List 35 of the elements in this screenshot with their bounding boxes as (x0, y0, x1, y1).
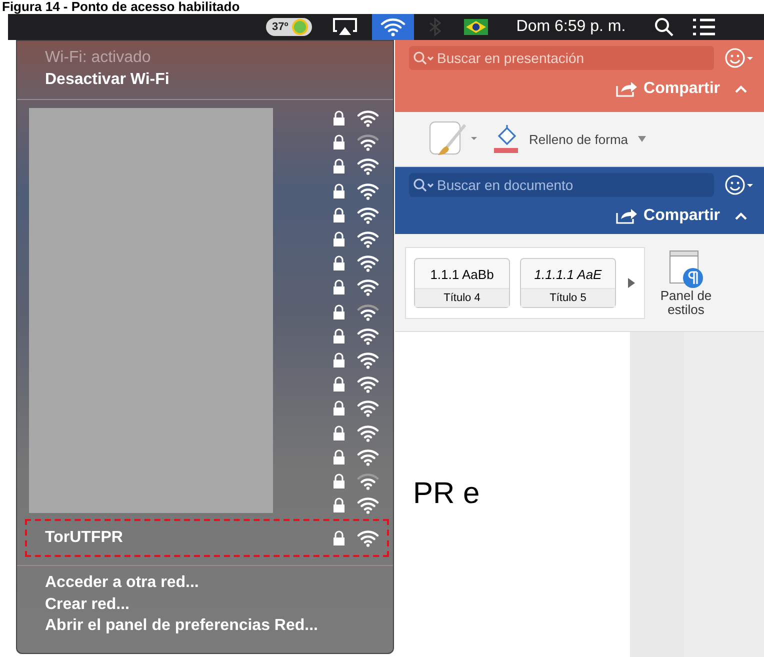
menu-item[interactable]: Crear red... (17, 594, 393, 616)
share-button[interactable]: Compartir (616, 207, 720, 225)
style-name: Título 5 (521, 288, 615, 306)
menu-item[interactable]: Acceder a otra red... (17, 572, 393, 594)
style-sample: 1.1.1.1 AaE (533, 266, 603, 284)
paint-bucket-icon[interactable] (493, 124, 519, 154)
styles-pane-icon (668, 248, 704, 288)
temperature-badge[interactable]: 37º (266, 18, 312, 36)
wifi-icon[interactable] (372, 14, 414, 40)
next-arrow-icon[interactable] (626, 276, 636, 288)
share-icon (616, 81, 638, 97)
chevron-up-icon[interactable] (734, 211, 748, 221)
style-name: Título 4 (415, 288, 509, 306)
network-item[interactable]: TorUTFPR (25, 519, 389, 558)
style-card[interactable]: 1.1.1.1 AaE Título 5 (520, 258, 616, 308)
search-field[interactable]: Buscar en documento (409, 173, 714, 197)
search-icon[interactable] (654, 17, 674, 37)
shape-fill-dropdown[interactable]: Relleno de forma (529, 132, 628, 146)
style-card[interactable]: 1.1.1 AaBb Título 4 (414, 258, 510, 308)
styles-pane-button[interactable]: Panel de estilos (651, 248, 721, 316)
share-icon (616, 208, 638, 224)
smiley-icon[interactable] (724, 47, 754, 69)
list-icon[interactable] (692, 18, 716, 36)
search-icon (413, 178, 435, 192)
style-sample: 1.1.1 AaBb (429, 266, 495, 284)
clock[interactable]: Dom 6:59 p. m. (516, 18, 626, 36)
menu-item[interactable]: Abrir el panel de preferencias Red... (17, 615, 393, 637)
wifi-status: Wi-Fi: activado (44, 48, 152, 68)
document-text: PR e (413, 477, 480, 510)
smiley-icon[interactable] (724, 174, 754, 196)
search-icon (413, 51, 435, 65)
chevron-up-icon[interactable] (734, 84, 748, 94)
figure-caption: Figura 14 - Ponto de acesso habilitado (1, 0, 241, 14)
menu-item[interactable]: Desactivar Wi-Fi (17, 69, 393, 91)
caret-icon[interactable] (638, 136, 646, 142)
